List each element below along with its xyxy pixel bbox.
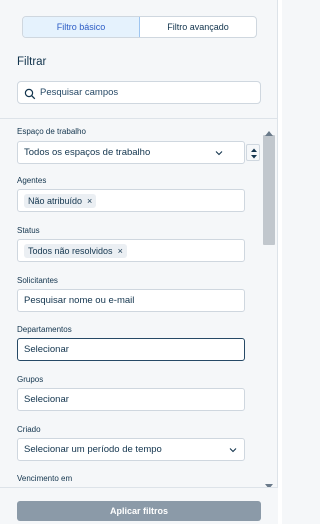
- departments-select[interactable]: Selecionar: [17, 338, 245, 361]
- requesters-label: Solicitantes: [17, 276, 58, 285]
- filter-panel: Filtro básico Filtro avançado Filtrar Es…: [0, 0, 278, 524]
- agents-field: Agentes Não atribuído ×: [17, 176, 245, 212]
- workspace-select[interactable]: Todos os espaços de trabalho: [17, 141, 260, 164]
- status-chip: Todos não resolvidos ×: [24, 243, 127, 258]
- requesters-placeholder: Pesquisar nome ou e-mail: [24, 295, 135, 306]
- due-label: Vencimento em: [17, 474, 73, 483]
- groups-placeholder: Selecionar: [24, 394, 69, 405]
- groups-label: Grupos: [17, 375, 44, 384]
- scrollbar-thumb[interactable]: [263, 135, 275, 245]
- workspace-stepper[interactable]: [246, 144, 260, 161]
- requesters-input[interactable]: Pesquisar nome ou e-mail: [17, 289, 245, 312]
- status-field: Status Todos não resolvidos ×: [17, 226, 245, 262]
- workspace-field: Espaço de trabalho Todos os espaços de t…: [17, 127, 260, 164]
- agents-label: Agentes: [17, 176, 47, 185]
- workspace-label: Espaço de trabalho: [17, 127, 86, 136]
- close-icon[interactable]: ×: [87, 196, 92, 206]
- panel-edge: [278, 0, 282, 524]
- agent-chip-label: Não atribuído: [28, 195, 83, 206]
- status-select[interactable]: Todos não resolvidos ×: [17, 239, 245, 262]
- filter-fields-list: Espaço de trabalho Todos os espaços de t…: [0, 119, 262, 486]
- created-field: Criado Selecionar um período de tempo: [17, 425, 245, 461]
- scroll-up-arrow-icon[interactable]: [265, 123, 273, 136]
- chevron-down-icon: [214, 148, 224, 158]
- departments-placeholder: Selecionar: [24, 344, 69, 355]
- filter-mode-toggle: Filtro básico Filtro avançado: [22, 16, 257, 38]
- search-icon: [24, 87, 36, 99]
- departments-label: Departamentos: [17, 325, 72, 334]
- created-label: Criado: [17, 425, 41, 434]
- tab-advanced-filter[interactable]: Filtro avançado: [140, 17, 256, 37]
- groups-field: Grupos Selecionar: [17, 375, 245, 411]
- requesters-field: Solicitantes Pesquisar nome ou e-mail: [17, 276, 245, 312]
- close-icon[interactable]: ×: [118, 246, 123, 256]
- status-chip-label: Todos não resolvidos: [28, 245, 113, 256]
- workspace-value: Todos os espaços de trabalho: [24, 147, 151, 158]
- tab-basic-filter[interactable]: Filtro básico: [23, 17, 140, 37]
- filter-heading: Filtrar: [17, 56, 47, 68]
- filter-footer: Aplicar filtros: [0, 487, 278, 524]
- scroll-down-arrow-icon[interactable]: [265, 477, 273, 489]
- created-select[interactable]: Selecionar um período de tempo: [17, 438, 245, 461]
- agents-select[interactable]: Não atribuído ×: [17, 189, 245, 212]
- field-search-box[interactable]: [17, 81, 261, 104]
- due-field: Vencimento em: [17, 474, 245, 483]
- field-search-input[interactable]: [40, 87, 250, 98]
- chevron-down-icon: [228, 445, 238, 455]
- status-label: Status: [17, 226, 40, 235]
- agent-chip: Não atribuído ×: [24, 193, 97, 208]
- apply-filters-button[interactable]: Aplicar filtros: [17, 501, 261, 521]
- created-value: Selecionar um período de tempo: [24, 444, 162, 455]
- departments-field: Departamentos Selecionar: [17, 325, 245, 361]
- groups-select[interactable]: Selecionar: [17, 388, 245, 411]
